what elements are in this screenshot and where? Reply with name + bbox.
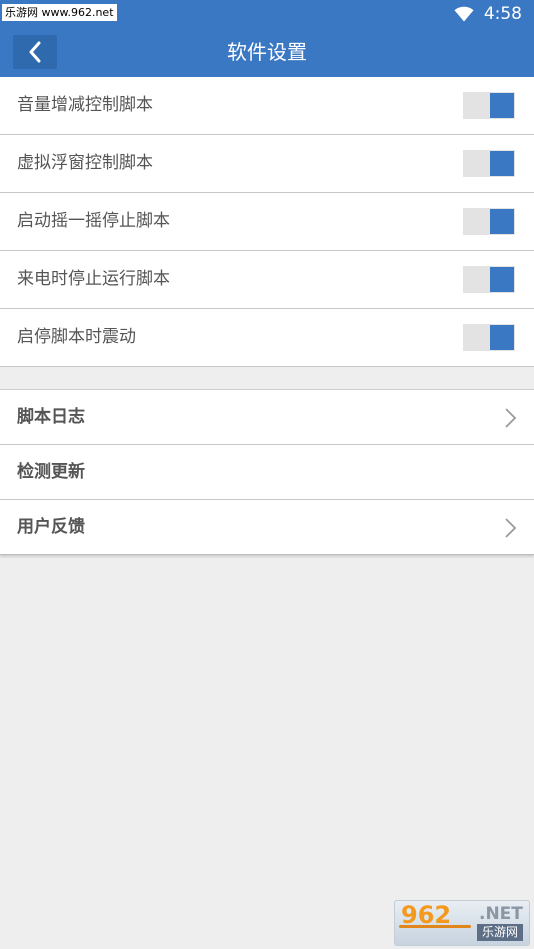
app-bar: 软件设置 bbox=[0, 27, 534, 77]
watermark-label: 乐游网 www.962.net bbox=[2, 4, 117, 21]
setting-label: 虚拟浮窗控制脚本 bbox=[17, 153, 153, 173]
shake-stop-toggle[interactable] bbox=[463, 208, 515, 235]
page-title: 软件设置 bbox=[227, 40, 307, 64]
back-button[interactable] bbox=[13, 35, 57, 69]
toggle-knob bbox=[490, 325, 514, 350]
corner-watermark-logo: 962 .NET 乐游网 bbox=[394, 900, 530, 946]
setting-row-volume-control: 音量增减控制脚本 bbox=[0, 77, 534, 135]
setting-label: 启停脚本时震动 bbox=[17, 327, 136, 347]
toggle-knob bbox=[490, 267, 514, 292]
menu-item-check-update[interactable]: 检测更新 bbox=[0, 445, 534, 500]
status-bar: 乐游网 www.962.net 4:58 bbox=[0, 0, 534, 27]
setting-row-shake-stop: 启动摇一摇停止脚本 bbox=[0, 193, 534, 251]
setting-row-call-stop: 来电时停止运行脚本 bbox=[0, 251, 534, 309]
chevron-left-icon bbox=[29, 41, 41, 63]
volume-control-toggle[interactable] bbox=[463, 92, 515, 119]
menu-item-script-log[interactable]: 脚本日志 bbox=[0, 390, 534, 445]
wifi-icon bbox=[454, 6, 474, 22]
toggle-knob bbox=[490, 209, 514, 234]
toggle-knob bbox=[490, 151, 514, 176]
call-stop-toggle[interactable] bbox=[463, 266, 515, 293]
menu-label: 检测更新 bbox=[17, 462, 85, 482]
floating-window-toggle[interactable] bbox=[463, 150, 515, 177]
watermark-site-name: 乐游网 bbox=[477, 924, 523, 941]
chevron-right-icon bbox=[505, 408, 517, 428]
vibrate-toggle[interactable] bbox=[463, 324, 515, 351]
menu-list: 脚本日志 检测更新 用户反馈 bbox=[0, 389, 534, 555]
setting-row-floating-window: 虚拟浮窗控制脚本 bbox=[0, 135, 534, 193]
setting-label: 音量增减控制脚本 bbox=[17, 95, 153, 115]
chevron-right-icon bbox=[505, 518, 517, 538]
menu-label: 用户反馈 bbox=[17, 517, 85, 537]
setting-row-vibrate: 启停脚本时震动 bbox=[0, 309, 534, 367]
menu-item-feedback[interactable]: 用户反馈 bbox=[0, 500, 534, 555]
setting-label: 启动摇一摇停止脚本 bbox=[17, 211, 170, 231]
menu-label: 脚本日志 bbox=[17, 407, 85, 427]
toggle-settings-list: 音量增减控制脚本 虚拟浮窗控制脚本 启动摇一摇停止脚本 来电时停止运行脚本 启停… bbox=[0, 77, 534, 367]
toggle-knob bbox=[490, 93, 514, 118]
watermark-underline bbox=[399, 925, 471, 928]
status-indicators: 4:58 bbox=[454, 2, 522, 26]
status-time: 4:58 bbox=[483, 4, 522, 24]
setting-label: 来电时停止运行脚本 bbox=[17, 269, 170, 289]
watermark-domain: .NET bbox=[479, 904, 523, 924]
